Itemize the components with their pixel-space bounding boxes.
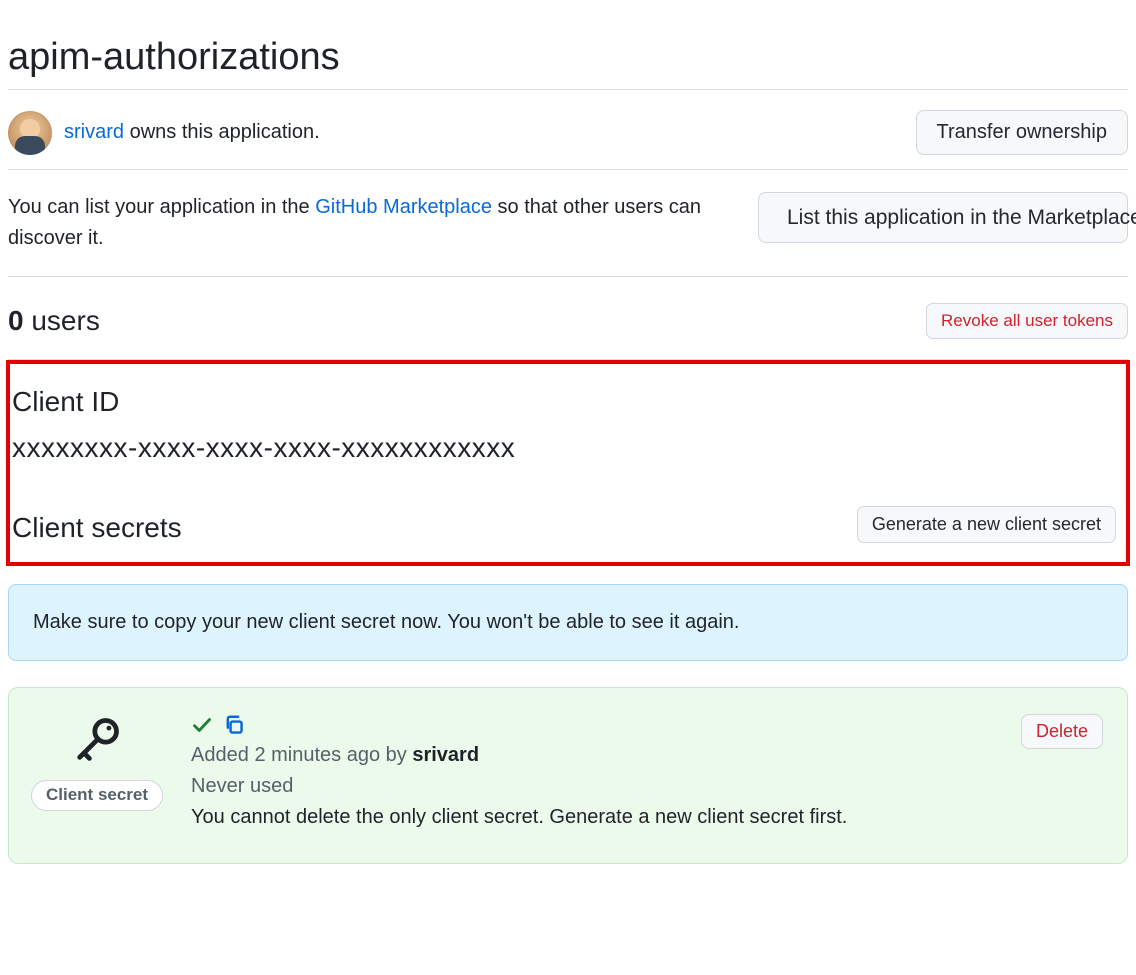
added-by: by [380, 744, 412, 766]
avatar [8, 111, 52, 155]
client-secrets-header: Client secrets Generate a new client sec… [10, 504, 1126, 544]
client-secret-usage: Never used [191, 771, 993, 802]
client-secrets-heading: Client secrets [12, 512, 182, 544]
check-icon [191, 714, 213, 736]
divider [8, 89, 1128, 90]
key-icon [71, 714, 123, 766]
users-row: 0 users Revoke all user tokens [8, 277, 1128, 360]
added-user: srivard [412, 744, 479, 766]
marketplace-text: You can list your application in the Git… [8, 192, 738, 254]
owner-text: srivard owns this application. [64, 121, 320, 144]
owner-username-link[interactable]: srivard [64, 121, 124, 143]
client-secret-left: Client secret [31, 714, 163, 811]
transfer-ownership-button[interactable]: Transfer ownership [916, 110, 1128, 155]
added-prefix: Added [191, 744, 254, 766]
marketplace-row: You can list your application in the Git… [8, 170, 1128, 277]
client-secret-badge: Client secret [31, 780, 163, 811]
client-secret-actions: Delete [1021, 714, 1103, 749]
owner-row: srivard owns this application. Transfer … [8, 98, 1128, 170]
client-secret-added-line: Added 2 minutes ago by srivard [191, 740, 993, 771]
github-marketplace-link[interactable]: GitHub Marketplace [315, 196, 492, 218]
delete-client-secret-button[interactable]: Delete [1021, 714, 1103, 749]
client-secret-status-icons [191, 714, 993, 736]
generate-client-secret-button[interactable]: Generate a new client secret [857, 506, 1116, 543]
client-id-value: xxxxxxxx-xxxx-xxxx-xxxx-xxxxxxxxxxxx [12, 432, 1126, 464]
owner-info: srivard owns this application. [8, 111, 320, 155]
added-time: 2 minutes ago [254, 744, 380, 766]
revoke-all-tokens-button[interactable]: Revoke all user tokens [926, 303, 1128, 339]
client-credentials-highlight: Client ID xxxxxxxx-xxxx-xxxx-xxxx-xxxxxx… [6, 360, 1130, 566]
client-secret-delete-note: You cannot delete the only client secret… [191, 802, 993, 833]
client-secret-body: Added 2 minutes ago by srivard Never use… [191, 714, 993, 833]
users-count-label: users [24, 305, 100, 336]
owner-owns-text: owns this application. [124, 121, 320, 143]
page-title: apim-authorizations [8, 36, 1128, 79]
list-in-marketplace-button[interactable]: List this application in the Marketplace [758, 192, 1128, 243]
copy-icon[interactable] [223, 714, 245, 736]
copy-secret-flash: Make sure to copy your new client secret… [8, 584, 1128, 661]
marketplace-text-before: You can list your application in the [8, 196, 315, 218]
users-count-number: 0 [8, 305, 24, 336]
users-count: 0 users [8, 305, 100, 337]
client-id-heading: Client ID [12, 386, 1126, 418]
client-secret-card: Client secret Added 2 minutes ago by sri… [8, 687, 1128, 864]
